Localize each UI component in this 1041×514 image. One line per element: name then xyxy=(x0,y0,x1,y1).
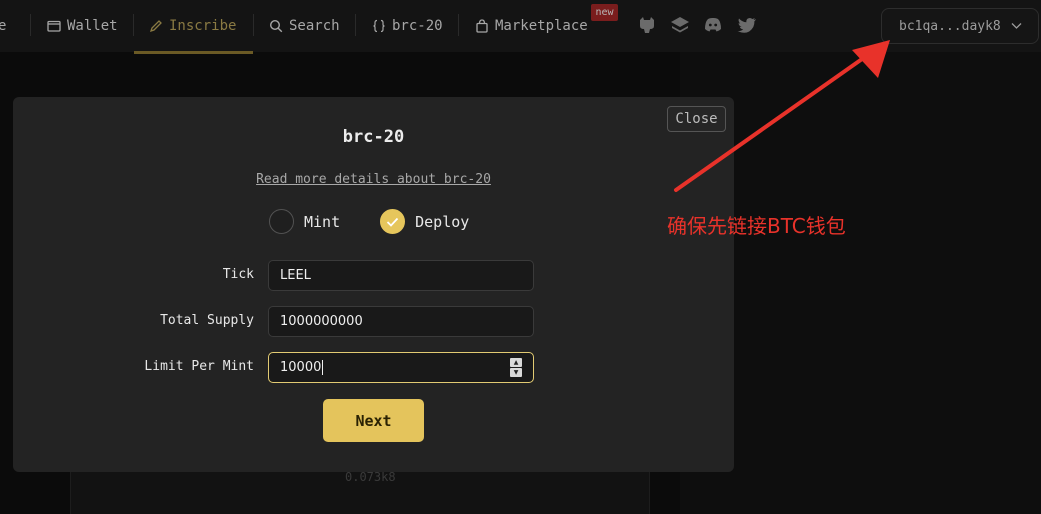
chevron-down-icon xyxy=(1011,23,1022,29)
nav-home[interactable]: e xyxy=(0,0,6,52)
radio-mint-circle[interactable] xyxy=(269,209,294,234)
nav-home-label: e xyxy=(0,18,7,34)
wallet-icon xyxy=(47,20,61,32)
total-supply-label: Total Supply xyxy=(160,313,254,328)
nav-brc20-label: brc-20 xyxy=(392,18,443,34)
limit-per-mint-label: Limit Per Mint xyxy=(144,359,254,374)
tick-value: LEEL xyxy=(280,268,311,283)
number-spinner[interactable]: ▲ ▼ xyxy=(510,358,522,377)
nav-marketplace[interactable]: Marketplace xyxy=(475,0,588,52)
nav-search[interactable]: Search xyxy=(269,0,340,52)
read-more-link[interactable]: Read more details about brc-20 xyxy=(13,172,734,187)
next-button[interactable]: Next xyxy=(323,399,424,442)
wallet-address-button[interactable]: bc1qa...dayk8 xyxy=(881,8,1039,44)
nav-active-underline xyxy=(134,51,253,54)
nav-divider xyxy=(253,14,254,36)
text-caret xyxy=(322,360,324,375)
new-badge: new xyxy=(591,4,618,21)
bag-icon xyxy=(476,19,488,33)
nav-wallet[interactable]: Wallet xyxy=(47,0,118,52)
nav-wallet-label: Wallet xyxy=(67,18,118,34)
nav-inscribe-label: Inscribe xyxy=(169,18,237,34)
nav-divider xyxy=(30,14,31,36)
radio-deploy[interactable]: Deploy xyxy=(380,209,469,234)
annotation-arrow-icon xyxy=(674,40,890,192)
tick-input[interactable]: LEEL xyxy=(268,260,534,291)
nav-search-label: Search xyxy=(289,18,340,34)
brc20-modal: Close brc-20 Read more details about brc… xyxy=(13,97,734,472)
radio-mint[interactable]: Mint xyxy=(269,209,340,234)
nav-divider xyxy=(458,14,459,36)
spinner-down-icon[interactable]: ▼ xyxy=(510,368,522,377)
radio-mint-label: Mint xyxy=(304,212,341,231)
nav-inscribe[interactable]: Inscribe xyxy=(149,0,236,52)
radio-deploy-label: Deploy xyxy=(415,212,470,231)
total-supply-input[interactable]: 1000000000 xyxy=(268,306,534,337)
tick-label: Tick xyxy=(222,267,254,282)
radio-deploy-circle[interactable] xyxy=(380,209,406,234)
pencil-icon xyxy=(149,20,162,33)
nav-marketplace-label: Marketplace xyxy=(495,18,588,34)
nav-divider xyxy=(355,14,356,36)
annotation-text: 确保先链接BTC钱包 xyxy=(667,214,846,238)
github-icon[interactable] xyxy=(636,14,658,36)
nav-brc20[interactable]: brc-20 xyxy=(372,0,443,52)
limit-per-mint-row: Limit Per Mint 10000 ▲ ▼ xyxy=(13,352,734,383)
limit-per-mint-input[interactable]: 10000 ▲ ▼ xyxy=(268,352,534,383)
tick-row: Tick LEEL xyxy=(13,260,734,291)
wallet-address: bc1qa...dayk8 xyxy=(899,18,1001,34)
total-supply-row: Total Supply 1000000000 xyxy=(13,306,734,337)
operation-radio-group: Mint Deploy xyxy=(269,209,489,234)
braces-icon xyxy=(373,19,385,33)
check-icon xyxy=(386,217,399,227)
total-supply-value: 1000000000 xyxy=(280,314,363,329)
nav-divider xyxy=(133,14,134,36)
spinner-up-icon[interactable]: ▲ xyxy=(510,358,522,367)
limit-per-mint-value: 10000 xyxy=(280,360,322,375)
modal-title: brc-20 xyxy=(342,127,405,147)
background-amount: 0.073k8 xyxy=(345,470,396,484)
search-icon xyxy=(269,19,283,33)
